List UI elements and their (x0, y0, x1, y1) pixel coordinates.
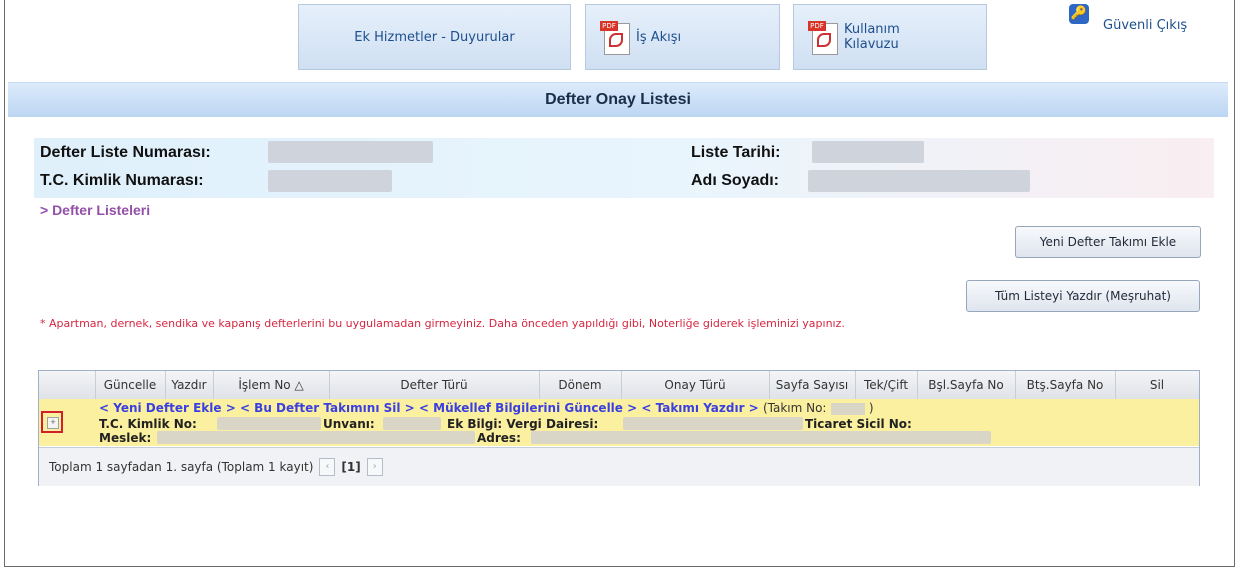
tum-listeyi-yazdir-button[interactable]: Tüm Listeyi Yazdır (Meşruhat) (966, 280, 1200, 312)
mukellef-bilgilerini-guncelle-link[interactable]: < Mükellef Bilgilerini Güncelle > (419, 401, 637, 415)
breadcrumb-defter-listeleri[interactable]: > Defter Listeleri (40, 202, 150, 218)
pdf-icon: PDF (808, 19, 838, 55)
tc-kimlik-numarasi-value (268, 170, 392, 192)
expand-row-button[interactable]: + (41, 411, 63, 433)
yeni-defter-ekle-link[interactable]: < Yeni Defter Ekle > (99, 401, 236, 415)
current-page[interactable]: [1] (341, 460, 360, 474)
column-donem[interactable]: Dönem (539, 371, 622, 399)
column-sil[interactable]: Sil (1115, 371, 1199, 399)
pager-summary: Toplam 1 sayfadan 1. sayfa (Toplam 1 kay… (49, 460, 314, 474)
table-row: + < Yeni Defter Ekle > < Bu Defter Takım… (39, 399, 1199, 446)
grid-pager: Toplam 1 sayfadan 1. sayfa (Toplam 1 kay… (39, 447, 1199, 486)
vergi-dairesi-value (623, 417, 803, 430)
kullanim-kilavuzu-button[interactable]: PDF Kullanım Kılavuzu (793, 4, 987, 70)
warning-text: * Apartman, dernek, sendika ve kapanış d… (40, 317, 845, 330)
next-page-icon[interactable]: › (366, 458, 383, 476)
guvenli-cikis-link[interactable]: 🔑 Güvenli Çıkış (1069, 3, 1188, 33)
column-islem-no[interactable]: İşlem No △ (213, 371, 330, 399)
liste-tarihi-value (812, 141, 924, 163)
info-panel (34, 138, 1214, 198)
page-title-bar: Defter Onay Listesi (8, 82, 1228, 117)
key-icon: 🔑 (1069, 3, 1089, 24)
defter-liste-numarasi-value (268, 141, 433, 163)
takimi-yazdir-link[interactable]: < Takımı Yazdır > (641, 401, 758, 415)
takim-no-close: ) (868, 401, 874, 415)
row-actions: < Yeni Defter Ekle > < Bu Defter Takımın… (99, 401, 874, 415)
is-akisi-label: İş Akışı (636, 29, 682, 45)
column-bts-sayfa-no[interactable]: Btş.Sayfa No (1015, 371, 1116, 399)
prev-page-icon[interactable]: ‹ (319, 458, 336, 476)
tc-kimlik-no-value (217, 417, 321, 430)
liste-tarihi-label: Liste Tarihi: (691, 144, 781, 161)
column-sayfa-sayisi[interactable]: Sayfa Sayısı (769, 371, 856, 399)
column-defter-turu[interactable]: Defter Türü (329, 371, 540, 399)
unvani-label: Unvanı: (323, 417, 375, 431)
column-tek-cift[interactable]: Tek/Çift (855, 371, 918, 399)
ek-bilgi-vergi-dairesi-label: Ek Bilgi: Vergi Dairesi: (447, 417, 599, 431)
takim-no-label: (Takım No: (762, 401, 827, 415)
ticaret-sicil-no-label: Ticaret Sicil No: (805, 417, 912, 431)
meslek-value (157, 431, 475, 444)
grid-header: Güncelle Yazdır İşlem No △ Defter Türü D… (39, 371, 1199, 400)
bu-defter-takimini-sil-link[interactable]: < Bu Defter Takımını Sil > (240, 401, 415, 415)
is-akisi-button[interactable]: PDF İş Akışı (585, 4, 780, 70)
pdf-icon: PDF (600, 19, 630, 55)
yeni-defter-takimi-ekle-button[interactable]: Yeni Defter Takımı Ekle (1015, 226, 1201, 258)
ek-hizmetler-label: Ek Hizmetler - Duyurular (354, 29, 515, 45)
column-onay-turu[interactable]: Onay Türü (621, 371, 770, 399)
tc-kimlik-no-label: T.C. Kimlik No: (99, 417, 197, 431)
adres-value (531, 431, 991, 444)
column-expander (39, 371, 96, 399)
defter-grid: Güncelle Yazdır İşlem No △ Defter Türü D… (38, 370, 1200, 486)
column-guncelle[interactable]: Güncelle (95, 371, 166, 399)
adres-label: Adres: (477, 431, 521, 445)
kullanim-kilavuzu-label: Kullanım Kılavuzu (844, 22, 900, 52)
guvenli-cikis-label: Güvenli Çıkış (1103, 18, 1188, 33)
unvani-value (383, 417, 441, 430)
ek-hizmetler-button[interactable]: Ek Hizmetler - Duyurular (298, 4, 571, 70)
meslek-label: Meslek: (99, 431, 152, 445)
column-yazdir[interactable]: Yazdır (165, 371, 214, 399)
column-bsl-sayfa-no[interactable]: Bşl.Sayfa No (917, 371, 1016, 399)
plus-icon: + (47, 417, 59, 429)
takim-no-value (830, 402, 865, 415)
page-title: Defter Onay Listesi (545, 91, 691, 108)
adi-soyadi-value (808, 170, 1030, 192)
defter-liste-numarasi-label: Defter Liste Numarası: (40, 144, 211, 161)
tc-kimlik-numarasi-label: T.C. Kimlik Numarası: (40, 172, 204, 189)
adi-soyadi-label: Adı Soyadı: (691, 172, 780, 189)
